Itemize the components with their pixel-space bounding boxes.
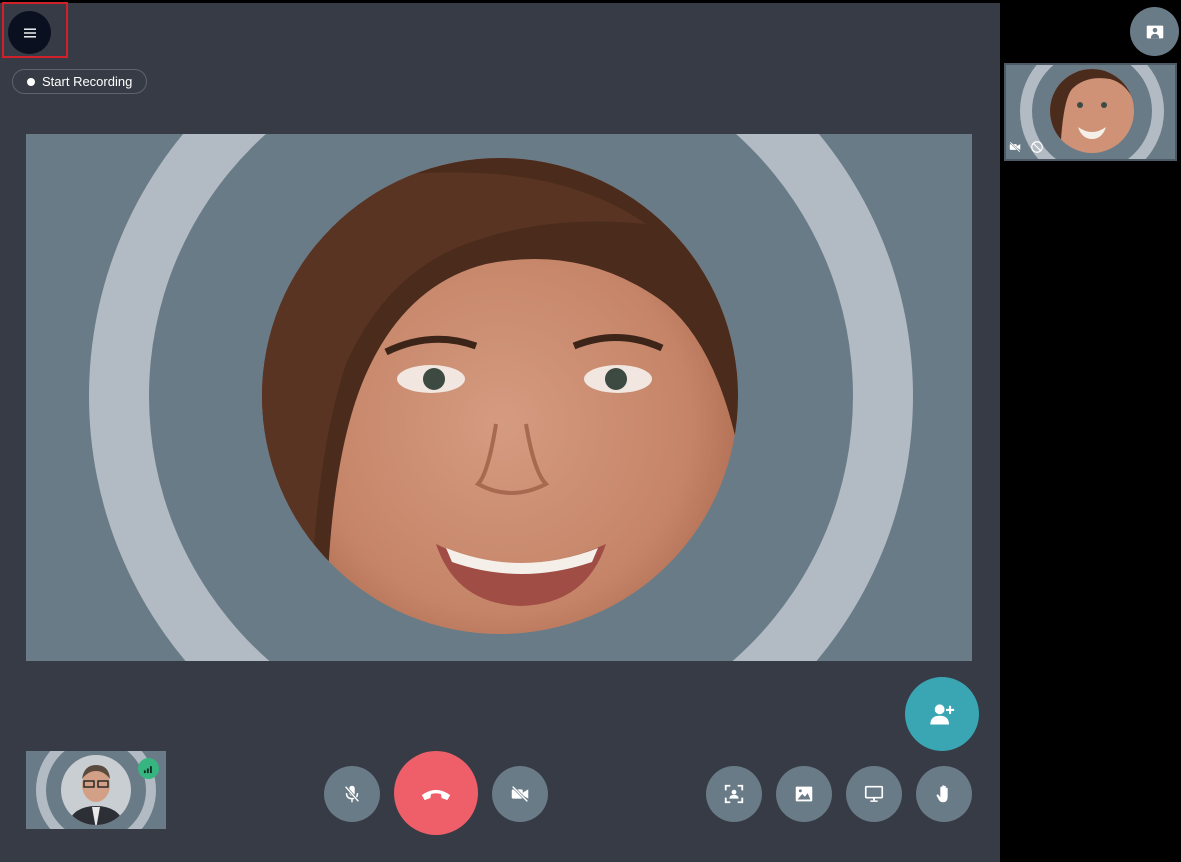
camera-off-icon [511, 785, 529, 803]
layout-toggle-button[interactable] [1130, 7, 1179, 56]
background-image-button[interactable] [776, 766, 832, 822]
hamburger-menu-icon [23, 28, 36, 37]
raise-hand-button[interactable] [916, 766, 972, 822]
main-video-tile [26, 134, 972, 661]
focus-view-button[interactable] [706, 766, 762, 822]
add-person-icon [930, 704, 955, 725]
thumbnail-status-icons [1008, 140, 1044, 154]
main-video-avatar [89, 134, 913, 661]
record-dot-icon [27, 77, 35, 86]
phone-hangup-icon [421, 789, 451, 801]
signal-bars-icon [143, 766, 152, 774]
start-recording-button[interactable]: Start Recording [12, 69, 148, 94]
focus-frame-icon [724, 784, 744, 804]
toggle-camera-button[interactable] [492, 766, 548, 822]
menu-button[interactable] [8, 11, 51, 54]
hang-up-button[interactable] [394, 751, 478, 835]
monitor-icon [864, 785, 884, 802]
mute-microphone-button[interactable] [324, 766, 380, 822]
layout-toggle-icon [1146, 25, 1163, 38]
share-screen-button[interactable] [846, 766, 902, 822]
image-icon [795, 786, 813, 802]
start-recording-label: Start Recording [42, 74, 133, 89]
microphone-off-icon [1031, 141, 1043, 153]
add-participant-button[interactable] [905, 677, 979, 751]
microphone-off-icon [344, 785, 360, 803]
hand-icon [936, 785, 948, 803]
camera-off-icon [1009, 141, 1021, 153]
connection-quality-badge [138, 758, 159, 779]
